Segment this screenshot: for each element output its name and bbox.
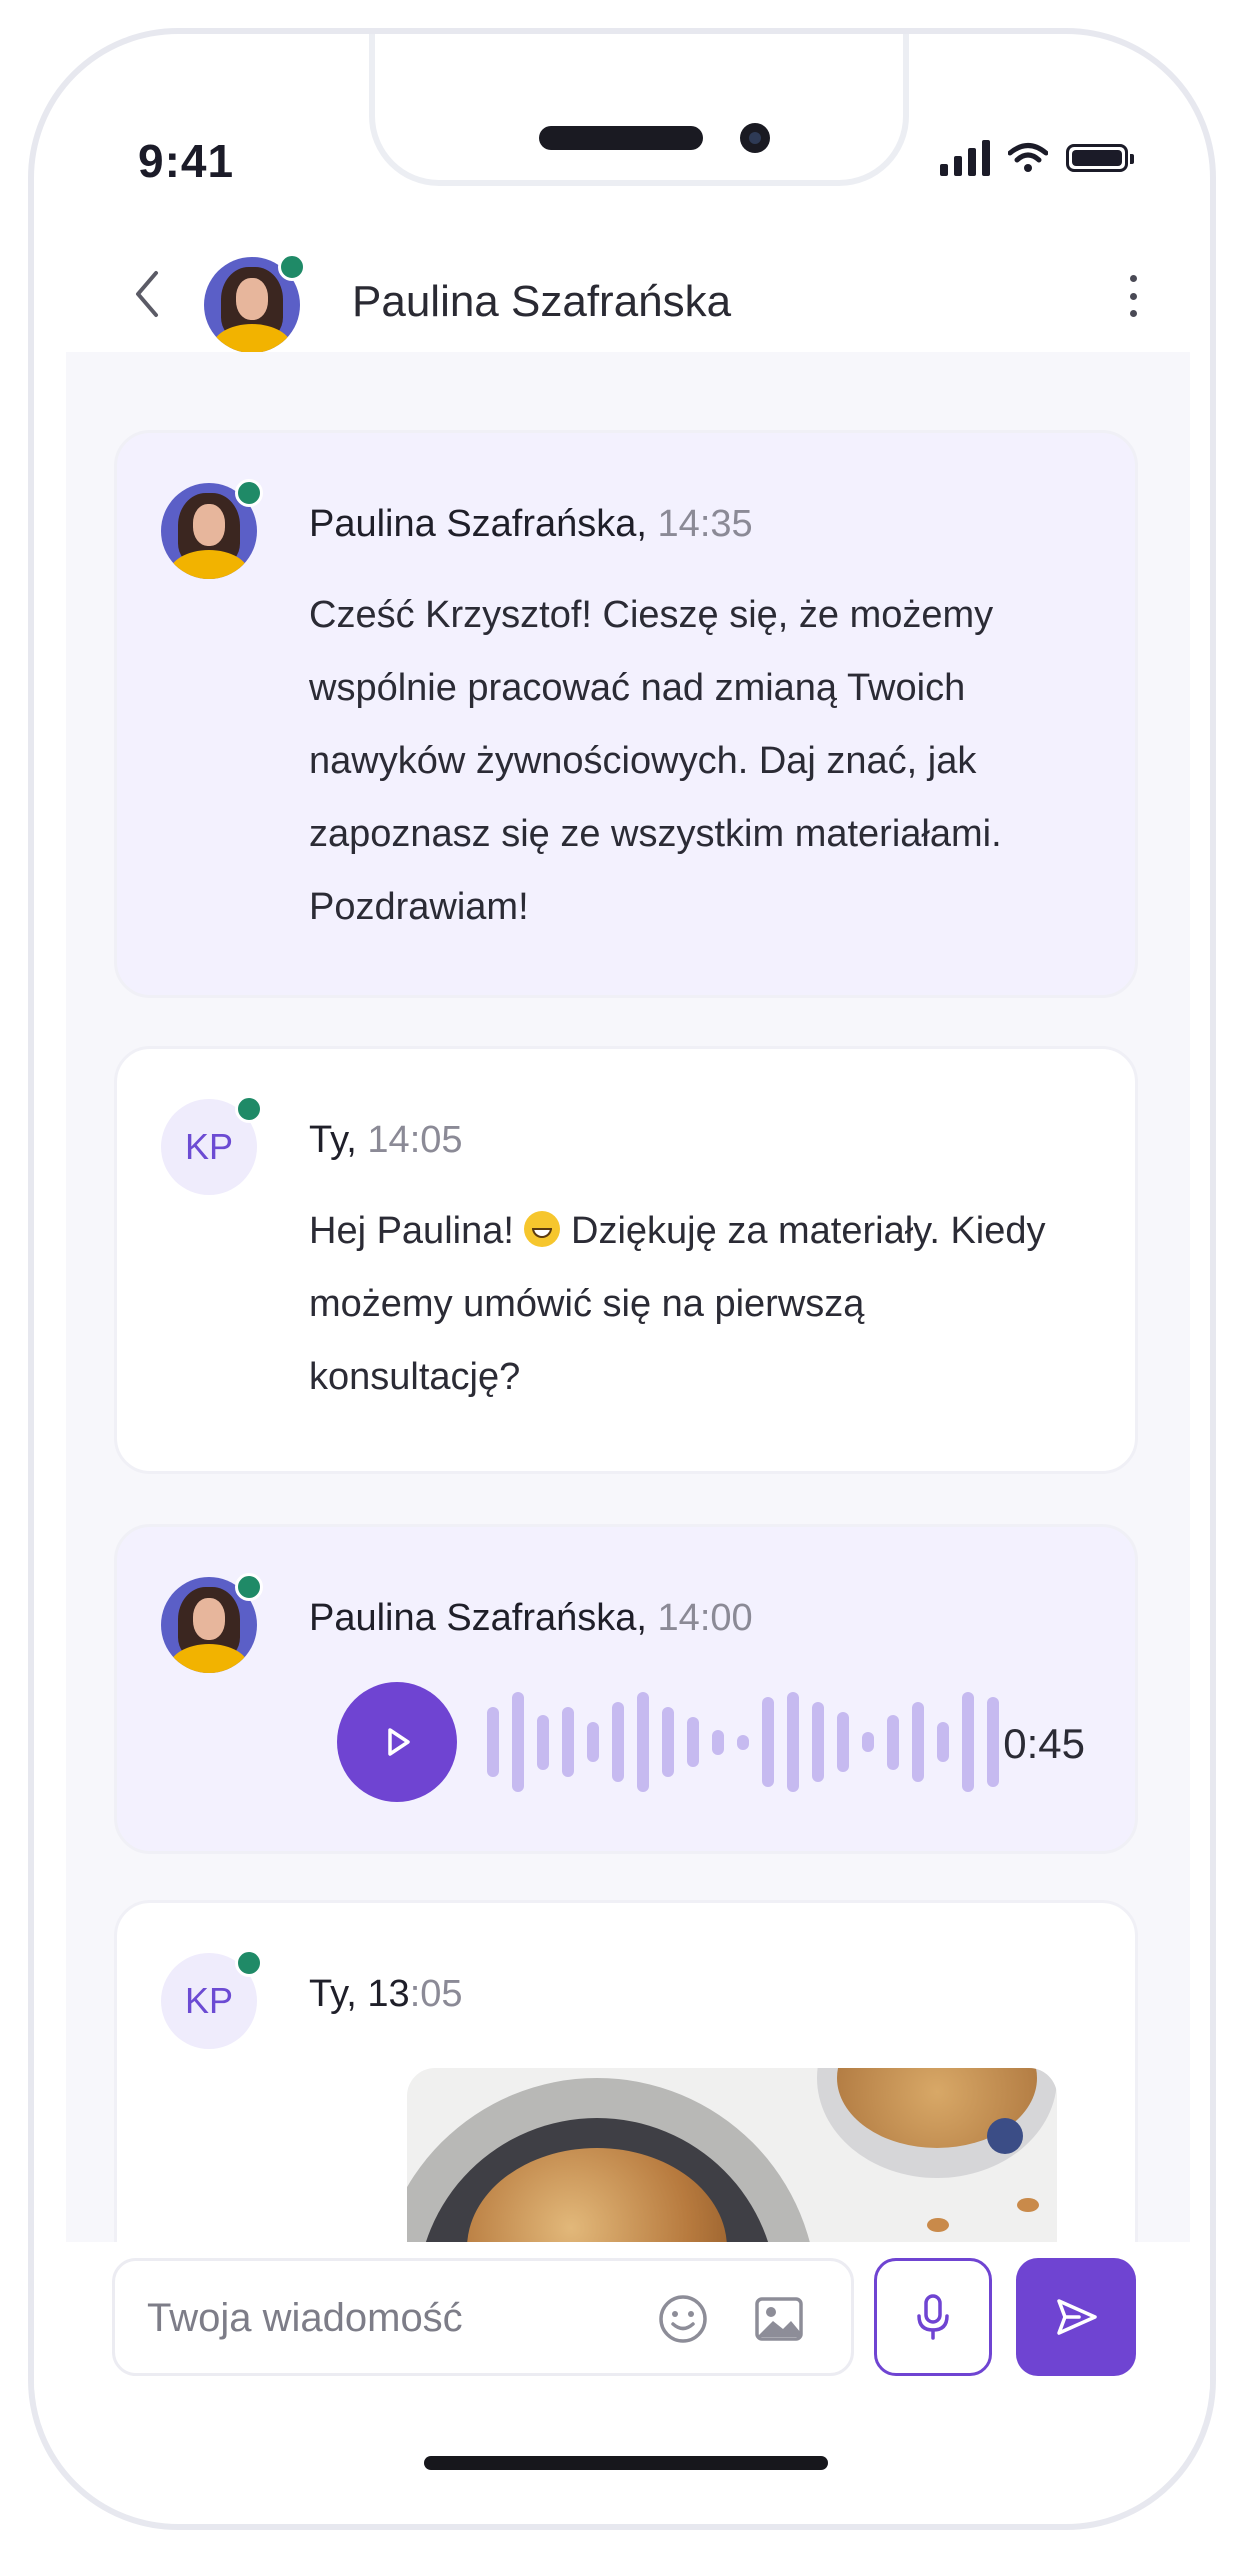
- signal-icon: [940, 140, 990, 176]
- grinning-emoji-icon: [524, 1211, 561, 1247]
- message-time-minutes: :05: [409, 1973, 463, 2015]
- waveform-bar: [812, 1702, 824, 1782]
- message-author: Ty,: [309, 1973, 357, 2015]
- audio-waveform[interactable]: [487, 1687, 999, 1797]
- message-list[interactable]: Paulina Szafrańska, 14:35 Cześć Krzyszto…: [66, 352, 1190, 2242]
- waveform-bar: [562, 1707, 574, 1777]
- waveform-bar: [637, 1692, 649, 1792]
- message-meta: Paulina Szafrańska, 14:35: [309, 503, 753, 546]
- waveform-bar: [687, 1717, 699, 1767]
- status-icons: [940, 140, 1134, 176]
- message-time: 14:00: [657, 1597, 753, 1639]
- voice-message: Paulina Szafrańska, 14:00 0:45: [114, 1524, 1138, 1854]
- waveform-bar: [612, 1702, 624, 1782]
- waveform-bar: [862, 1732, 874, 1752]
- phone-frame: 9:41 Paulina Szafrańska Paulina Szafrańs…: [28, 28, 1216, 2530]
- waveform-bar: [912, 1702, 924, 1782]
- attached-photo[interactable]: [407, 2068, 1057, 2242]
- play-icon: [388, 1728, 410, 1756]
- more-dot-icon: [1129, 292, 1137, 300]
- waveform-bar: [737, 1734, 749, 1750]
- speaker: [539, 126, 703, 150]
- status-time: 9:41: [138, 135, 235, 187]
- waveform-bar: [762, 1697, 774, 1787]
- emoji-button[interactable]: [655, 2291, 711, 2347]
- message-author: Ty,: [309, 1119, 357, 1161]
- message-meta: Ty, 13:05: [309, 1973, 463, 2016]
- play-button[interactable]: [337, 1682, 457, 1802]
- send-icon: [1057, 2299, 1097, 2335]
- wifi-icon: [1008, 143, 1048, 172]
- attach-image-button[interactable]: [751, 2291, 807, 2347]
- battery-icon: [1066, 144, 1134, 172]
- online-indicator: [235, 1949, 263, 1977]
- message-author: Paulina Szafrańska,: [309, 503, 647, 545]
- more-dot-icon: [1129, 310, 1137, 317]
- message-text: Cześć Krzysztof! Cieszę się, że możemy w…: [309, 594, 1002, 928]
- online-indicator: [235, 1573, 263, 1601]
- message-meta: Ty, 14:05: [309, 1119, 463, 1162]
- home-indicator[interactable]: [424, 2456, 828, 2470]
- image-icon: [755, 2297, 803, 2341]
- smile-icon: [659, 2295, 707, 2343]
- message-input-container[interactable]: [112, 2258, 854, 2376]
- online-indicator: [235, 479, 263, 507]
- waveform-bar: [662, 1707, 674, 1777]
- more-dot-icon: [1129, 275, 1137, 282]
- waveform-bar: [987, 1697, 999, 1787]
- message-composer: [34, 2242, 1210, 2392]
- microphone-icon: [917, 2294, 949, 2340]
- audio-duration: 0:45: [1003, 1720, 1085, 1767]
- front-camera: [740, 123, 770, 153]
- waveform-bar: [837, 1712, 849, 1772]
- waveform-bar: [787, 1692, 799, 1792]
- message-text-part: Hej Paulina!: [309, 1210, 525, 1252]
- image-message: KP Ty, 13:05: [114, 1900, 1138, 2242]
- send-button[interactable]: [1016, 2258, 1136, 2376]
- message-time-hour: 13: [367, 1973, 410, 2015]
- waveform-bar: [537, 1714, 549, 1770]
- message-input[interactable]: [145, 2285, 619, 2351]
- back-button[interactable]: [122, 269, 172, 319]
- waveform-bar: [962, 1692, 974, 1792]
- contact-name[interactable]: Paulina Szafrańska: [352, 277, 731, 327]
- online-indicator: [235, 1095, 263, 1123]
- chat-header: Paulina Szafrańska: [34, 219, 1210, 369]
- message-time: 14:05: [367, 1119, 463, 1161]
- chevron-left-icon: [136, 271, 158, 317]
- voice-record-button[interactable]: [874, 2258, 992, 2376]
- waveform-bar: [487, 1707, 499, 1777]
- waveform-bar: [587, 1722, 599, 1762]
- waveform-bar: [937, 1722, 949, 1762]
- online-indicator: [278, 253, 306, 281]
- message-received: Paulina Szafrańska, 14:35 Cześć Krzyszto…: [114, 430, 1138, 998]
- waveform-bar: [712, 1729, 724, 1755]
- more-options-button[interactable]: [1118, 271, 1148, 321]
- message-text: Hej Paulina! Dziękuję za materiały. Kied…: [309, 1195, 1075, 1414]
- message-meta: Paulina Szafrańska, 14:00: [309, 1597, 753, 1640]
- message-time: 14:35: [657, 503, 753, 545]
- waveform-bar: [887, 1714, 899, 1770]
- message-sent: KP Ty, 14:05 Hej Paulina! Dziękuję za ma…: [114, 1046, 1138, 1474]
- message-author: Paulina Szafrańska,: [309, 1597, 647, 1639]
- waveform-bar: [512, 1692, 524, 1792]
- notch: [369, 34, 909, 186]
